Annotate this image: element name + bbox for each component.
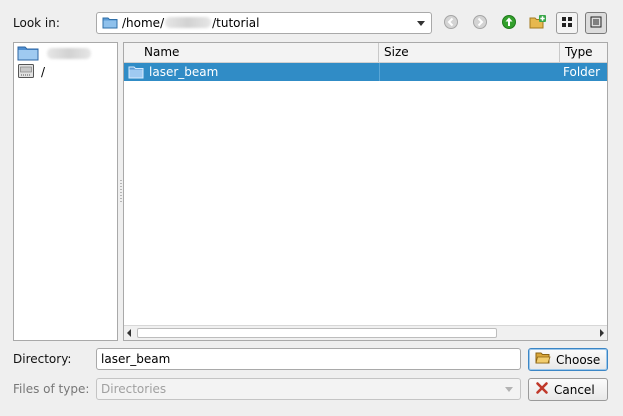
drive-icon	[17, 63, 35, 82]
home-folder-icon	[17, 45, 39, 64]
parent-directory-icon	[501, 14, 517, 33]
new-folder-button[interactable]	[527, 12, 549, 34]
sidebar-item-home[interactable]	[17, 44, 92, 64]
cancel-icon	[535, 381, 549, 398]
sidebar-item-label	[45, 47, 92, 61]
row-name: laser_beam	[149, 65, 219, 79]
look-in-path-suffix: /tutorial	[212, 16, 260, 30]
choose-button[interactable]: Choose	[528, 348, 608, 371]
open-folder-icon	[535, 351, 551, 368]
table-row[interactable]: laser_beam Folder	[124, 63, 607, 81]
scroll-right-icon[interactable]	[600, 329, 604, 337]
files-of-type-label: Files of type:	[13, 382, 90, 396]
file-list[interactable]: Name Size Type laser_beam Folder	[123, 42, 608, 341]
back-button[interactable]	[440, 12, 462, 34]
forward-icon	[472, 14, 488, 33]
cancel-button[interactable]: Cancel	[528, 378, 608, 401]
parent-directory-button[interactable]	[498, 12, 520, 34]
list-view-button[interactable]	[556, 12, 578, 34]
new-folder-icon	[529, 14, 547, 33]
detail-view-button[interactable]	[585, 12, 607, 34]
pane-splitter-handle[interactable]	[120, 180, 122, 204]
sidebar-item-label: /	[41, 65, 46, 79]
column-header-size[interactable]: Size	[379, 43, 560, 62]
column-header-name[interactable]: Name	[124, 43, 379, 62]
look-in-label: Look in:	[13, 16, 60, 30]
column-divider	[379, 63, 380, 81]
scrollbar-thumb[interactable]	[137, 328, 497, 338]
cancel-button-label: Cancel	[554, 382, 595, 397]
horizontal-scrollbar[interactable]	[124, 325, 607, 340]
files-of-type-value: Directories	[101, 382, 167, 396]
chevron-down-icon[interactable]	[417, 21, 425, 26]
look-in-path-prefix: /home/	[122, 16, 165, 30]
detail-view-icon	[590, 16, 602, 31]
choose-button-label: Choose	[556, 352, 601, 367]
look-in-path-user	[165, 17, 212, 28]
directory-label: Directory:	[13, 352, 72, 366]
column-header-type[interactable]: Type	[560, 43, 607, 62]
look-in-combo[interactable]: /home/ /tutorial	[96, 12, 432, 34]
scroll-left-icon[interactable]	[127, 329, 131, 337]
directory-input[interactable]: laser_beam	[96, 348, 521, 370]
list-view-icon	[561, 16, 573, 31]
back-icon	[443, 14, 459, 33]
forward-button[interactable]	[469, 12, 491, 34]
chevron-down-icon	[505, 387, 513, 392]
file-list-header: Name Size Type	[124, 43, 607, 63]
places-sidebar[interactable]: /	[13, 42, 118, 341]
folder-icon	[128, 65, 144, 82]
directory-input-value: laser_beam	[101, 352, 171, 366]
files-of-type-select[interactable]: Directories	[96, 378, 521, 400]
sidebar-item-root[interactable]: /	[17, 62, 45, 82]
folder-icon	[102, 15, 118, 32]
row-type: Folder	[563, 65, 601, 79]
